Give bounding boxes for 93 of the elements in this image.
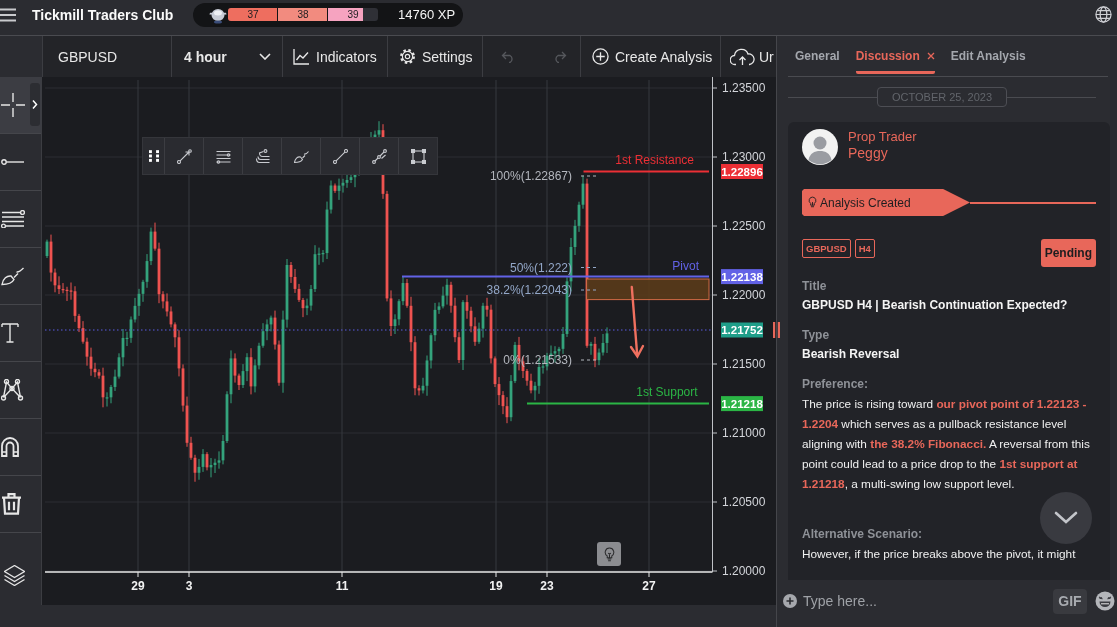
field-text: The price is rising toward our pivot point of 1.22123 - 1.2204 which serves as a pullback resistance level aligning with the 38.2% Fibonacci. A reversal from this point could lead to a price drop to the 1st support at 1.21218, a multi-swing low support level. xyxy=(802,396,1091,493)
avatar xyxy=(802,129,838,165)
panel-tab[interactable]: Discussion xyxy=(855,36,935,74)
price-tag: 1.22138 xyxy=(721,269,763,285)
timeframe-dropdown[interactable]: 4 hour xyxy=(172,36,283,77)
date-axis-label: 27 xyxy=(642,579,656,593)
fib-level-dash xyxy=(580,175,599,177)
chevron-down-icon xyxy=(1054,511,1078,525)
parallel-lines-icon xyxy=(1,209,25,229)
indicators-button[interactable]: Indicators xyxy=(283,36,388,77)
crosshair-tool[interactable] xyxy=(0,77,41,134)
field-value: Bearish Reversal xyxy=(802,346,901,362)
idea-button[interactable] xyxy=(597,542,621,566)
field-label: Alternative Scenario: xyxy=(802,526,923,542)
chevron-right-icon[interactable] xyxy=(30,83,40,126)
date-axis-label: 3 xyxy=(185,579,193,593)
date-axis-label: 11 xyxy=(335,579,349,593)
caret-down-icon xyxy=(259,53,271,60)
cloud-upload-icon xyxy=(730,47,755,66)
create-analysis-button[interactable]: Create Analysis xyxy=(581,36,721,77)
field-label: Title xyxy=(802,278,827,294)
field-label: Preference: xyxy=(802,376,869,392)
plus-circle-icon xyxy=(592,48,609,65)
author-role: Prop Trader xyxy=(848,129,917,145)
laughing-emoji-icon[interactable] xyxy=(1095,591,1115,611)
field-value: GBPUSD H4 | Bearish Continuation Expected? xyxy=(802,297,1069,313)
fib-label: 100%(1.22867) xyxy=(489,169,572,183)
lightbulb-icon xyxy=(603,546,615,562)
panel-tab[interactable]: General xyxy=(795,36,840,74)
settings-button[interactable]: Settings xyxy=(388,36,483,77)
author-name[interactable]: Peggy xyxy=(848,145,888,162)
level-label: Pivot xyxy=(672,259,699,273)
settings-icon xyxy=(399,48,416,65)
symbol-selector[interactable]: GBPUSD xyxy=(42,36,172,77)
price-axis-label: 1.21500 xyxy=(722,357,766,371)
crosshair-icon xyxy=(1,93,25,117)
level-number: 37 xyxy=(246,8,260,21)
price-axis-label: 1.23000 xyxy=(722,150,766,164)
level-number: 39 xyxy=(346,8,360,21)
price-tag: 1.21752 xyxy=(721,322,763,338)
fib-level-dash xyxy=(580,289,599,291)
curves-icon xyxy=(254,148,270,164)
price-tag: 1.22896 xyxy=(721,164,763,179)
field-label: Type xyxy=(802,327,830,343)
arrow-line-icon xyxy=(176,148,192,164)
text-icon xyxy=(1,323,19,343)
field-text: However, if the price breaks above the pivot, it might xyxy=(802,546,1077,563)
price-tag: 1.21218 xyxy=(721,396,763,412)
level-label: 1st Resistance xyxy=(615,153,694,167)
globe-icon[interactable] xyxy=(1095,6,1112,23)
redo-icon xyxy=(552,50,567,63)
lines-icon xyxy=(215,148,231,164)
trash-icon xyxy=(1,493,22,515)
horizontal-line-icon xyxy=(1,159,25,165)
date-axis-label: 23 xyxy=(540,579,554,593)
brush-icon xyxy=(293,148,309,164)
tag-chip: H4 xyxy=(854,239,875,258)
layers-icon xyxy=(4,564,25,586)
upload-button[interactable]: Ur xyxy=(721,36,776,77)
message-input[interactable]: Type here... xyxy=(803,588,1047,614)
gif-button[interactable]: GIF xyxy=(1053,588,1087,614)
line-chart-icon xyxy=(293,48,310,65)
tag-chip: GBPUSD xyxy=(802,239,851,258)
level-number: 38 xyxy=(296,8,310,21)
event-banner: Analysis Created xyxy=(802,189,970,216)
level-label: 1st Support xyxy=(636,385,698,399)
fib-level-dash xyxy=(580,267,599,268)
rectangle-icon xyxy=(410,148,426,164)
grip-icon xyxy=(148,150,159,162)
xp-count: 14760 XP xyxy=(398,7,456,22)
status-badge: Pending xyxy=(1040,239,1096,267)
price-axis-label: 1.22000 xyxy=(722,288,766,302)
menu-icon[interactable] xyxy=(0,7,16,22)
brush-icon xyxy=(1,266,25,286)
price-axis-label: 1.20500 xyxy=(722,495,766,509)
price-axis-label: 1.23500 xyxy=(722,81,766,95)
nodes-line-icon xyxy=(371,148,387,164)
close-icon[interactable] xyxy=(926,52,935,60)
line-icon xyxy=(332,148,348,164)
resize-handle[interactable] xyxy=(773,322,780,338)
price-axis-label: 1.21000 xyxy=(722,426,766,440)
app-title: Tickmill Traders Club xyxy=(32,6,175,23)
price-axis-label: 1.22500 xyxy=(722,219,766,233)
price-axis-label: 1.20000 xyxy=(722,564,766,578)
date-axis-label: 29 xyxy=(131,579,145,593)
nodes-icon xyxy=(1,379,24,401)
date-axis-label: 19 xyxy=(489,579,503,593)
lightbulb-icon xyxy=(808,196,817,209)
magnet-icon xyxy=(1,437,19,457)
fib-level-dash xyxy=(580,359,599,361)
panel-tab[interactable]: Edit Analysis xyxy=(950,36,1026,74)
add-icon[interactable] xyxy=(783,594,797,608)
undo-icon xyxy=(501,50,515,63)
